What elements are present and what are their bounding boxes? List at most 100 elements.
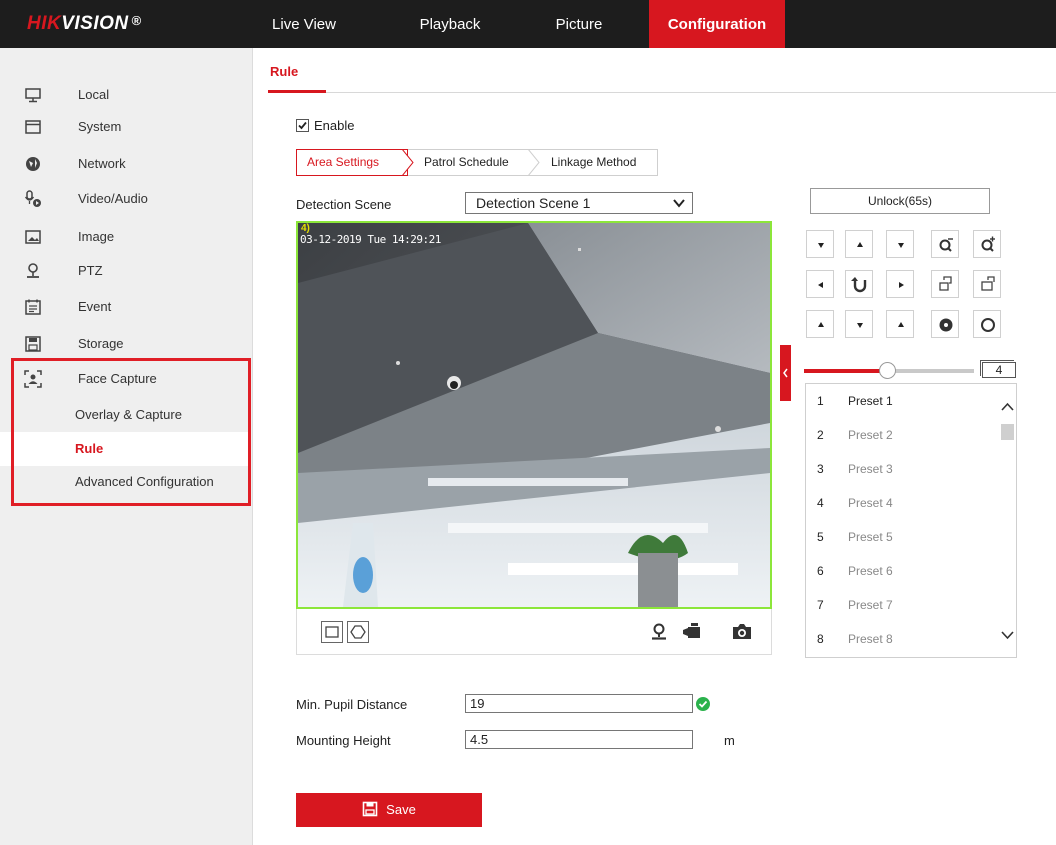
ptz-left-down-button[interactable] (806, 310, 834, 338)
tab-label: Area Settings (307, 155, 380, 169)
save-button[interactable]: Save (296, 793, 482, 827)
tab-linkage-method[interactable]: Linkage Method (551, 150, 651, 175)
nav-playback[interactable]: Playback (398, 0, 502, 48)
min-pupil-distance-input[interactable]: 19 (465, 694, 693, 713)
iris-close-button[interactable] (973, 310, 1001, 338)
preset-list[interactable]: 1 Preset 1 2 Preset 2 3 Preset 3 4 Preset 4 … (805, 383, 1017, 658)
zoom-out-button[interactable] (931, 230, 959, 258)
list-item[interactable]: 2 Preset 2 (806, 418, 1000, 452)
chevron-down-icon[interactable] (1001, 630, 1014, 640)
tab-area-settings[interactable]: Area Settings (296, 149, 408, 176)
ptz-down-button[interactable] (845, 310, 873, 338)
triangle-right-icon (899, 282, 904, 288)
ptz-right-button[interactable] (886, 270, 914, 298)
draw-polygon-button[interactable] (347, 621, 369, 643)
preset-number: 8 (817, 632, 824, 646)
record-video-icon[interactable] (681, 622, 703, 642)
rotate-icon (851, 277, 867, 293)
video-toolbar (296, 609, 772, 655)
triangle-up-icon (818, 322, 824, 327)
ptz-right-down-button[interactable] (886, 310, 914, 338)
sidebar-sub-rule[interactable]: Rule (0, 432, 250, 466)
video-osd-mark: 4) (301, 223, 310, 234)
chevron-left-icon (783, 368, 788, 378)
speed-value-box[interactable]: 4 (982, 362, 1016, 378)
sidebar-item-local[interactable]: Local (0, 77, 250, 113)
detection-scene-select[interactable]: Detection Scene 1 (465, 192, 693, 214)
sidebar-item-label: Face Capture (78, 371, 157, 386)
sidebar-item-label: Event (78, 299, 112, 314)
network-globe-icon (26, 157, 40, 171)
save-button-label: Save (386, 802, 416, 817)
live-video-view[interactable]: 03-12-2019 Tue 14:29:21 4) (296, 221, 772, 609)
zoom-in-button[interactable] (973, 230, 1001, 258)
list-item[interactable]: 5 Preset 5 (806, 520, 1000, 554)
page-tab-rule[interactable]: Rule (270, 64, 298, 79)
mounting-height-label: Mounting Height (296, 733, 391, 748)
focus-far-button[interactable] (973, 270, 1001, 298)
nav-picture[interactable]: Picture (534, 0, 624, 48)
triangle-up-right-icon (898, 322, 904, 327)
nav-configuration[interactable]: Configuration (649, 0, 785, 48)
draw-rectangle-button[interactable] (321, 621, 343, 643)
sidebar-item-event[interactable]: Event (0, 289, 250, 325)
ptz-right-up-button[interactable] (886, 230, 914, 258)
preset-number: 4 (817, 496, 824, 510)
iris-open-icon (939, 318, 953, 332)
ptz-left-up-button[interactable] (806, 230, 834, 258)
list-item[interactable]: 7 Preset 7 (806, 588, 1000, 622)
preset-name: Preset 2 (848, 428, 893, 442)
logo-white-part: VISION (61, 13, 129, 34)
iris-close-icon (981, 318, 995, 332)
list-item[interactable]: 6 Preset 6 (806, 554, 1000, 588)
preset-scrollbar[interactable] (999, 384, 1016, 657)
sidebar-item-label: PTZ (78, 263, 103, 278)
preset-number: 1 (817, 394, 824, 408)
rule-subtabs: Area Settings Patrol Schedule Linkage Me… (296, 149, 658, 176)
monitor-icon (25, 88, 41, 103)
list-item[interactable]: 4 Preset 4 (806, 486, 1000, 520)
location-pin-icon[interactable] (649, 622, 669, 642)
sidebar-item-video-audio[interactable]: Video/Audio (0, 181, 250, 217)
sidebar-item-ptz[interactable]: PTZ (0, 253, 250, 289)
list-item[interactable]: 1 Preset 1 (806, 384, 1000, 418)
list-item[interactable]: 8 Preset 8 (806, 622, 1000, 656)
mounting-height-input[interactable]: 4.5 (465, 730, 693, 749)
enable-checkbox[interactable] (296, 119, 309, 132)
tab-chevron-divider (401, 149, 414, 176)
detection-scene-value: Detection Scene 1 (476, 195, 591, 211)
ptz-left-button[interactable] (806, 270, 834, 298)
sidebar-item-image[interactable]: Image (0, 219, 250, 255)
sidebar-item-label: Local (78, 87, 110, 102)
preset-number: 2 (817, 428, 824, 442)
sidebar-sub-overlay-capture[interactable]: Overlay & Capture (0, 398, 250, 432)
scrollbar-thumb[interactable] (1001, 424, 1014, 440)
preset-number: 3 (817, 462, 824, 476)
nav-live-view[interactable]: Live View (256, 0, 352, 48)
iris-open-button[interactable] (931, 310, 959, 338)
face-capture-icon (24, 370, 42, 388)
mounting-height-unit: m (724, 733, 735, 748)
speed-slider-handle[interactable] (879, 362, 896, 379)
top-bar: HIKVISION ® Live View Playback Picture Co… (0, 0, 1056, 48)
sidebar-item-face-capture[interactable]: Face Capture (0, 361, 250, 397)
chevron-up-icon[interactable] (1001, 402, 1014, 412)
ptz-up-button[interactable] (845, 230, 873, 258)
preset-number: 7 (817, 598, 824, 612)
collapse-panel-button[interactable] (780, 345, 791, 401)
list-item[interactable]: 3 Preset 3 (806, 452, 1000, 486)
microphone-camera-icon (24, 190, 41, 207)
speed-slider-track[interactable] (884, 369, 974, 373)
sidebar-item-storage[interactable]: Storage (0, 326, 250, 362)
sidebar-sub-advanced-configuration[interactable]: Advanced Configuration (0, 465, 250, 499)
page-tab-divider (268, 92, 1056, 93)
unlock-button[interactable]: Unlock(65s) (810, 188, 990, 214)
ptz-auto-rotate-button[interactable] (845, 270, 873, 298)
sidebar-item-system[interactable]: System (0, 109, 250, 145)
camera-snapshot-icon[interactable] (731, 622, 753, 642)
focus-near-button[interactable] (931, 270, 959, 298)
tab-patrol-schedule[interactable]: Patrol Schedule (424, 150, 524, 175)
sidebar-item-network[interactable]: Network (0, 146, 250, 182)
enable-checkbox-row[interactable]: Enable (296, 118, 354, 133)
video-timestamp-osd: 03-12-2019 Tue 14:29:21 (300, 233, 441, 246)
